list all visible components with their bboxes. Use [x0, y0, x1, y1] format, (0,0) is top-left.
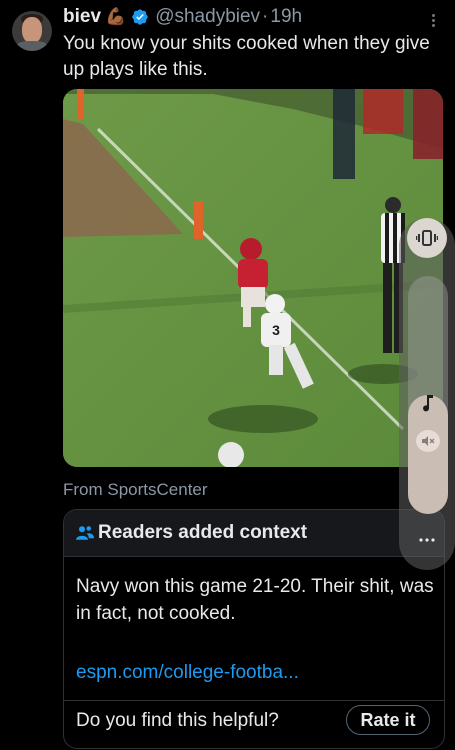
author-emoji: 💪🏾	[105, 7, 127, 26]
community-note-body: Navy won this game 21-20. Their shit, wa…	[76, 576, 434, 624]
verified-badge-icon	[132, 9, 148, 25]
media-source[interactable]: From SportsCenter	[63, 480, 208, 500]
tweet-header: biev 💪🏾 @shadybiev · 19h	[63, 6, 302, 28]
volume-overlay	[399, 218, 455, 570]
vibrate-icon[interactable]	[407, 218, 447, 258]
people-icon	[76, 526, 94, 540]
community-note-title: Readers added context	[98, 522, 308, 543]
tweet-time[interactable]: 19h	[270, 6, 302, 28]
speaker-mute-icon[interactable]	[416, 430, 440, 452]
more-kebab-icon[interactable]	[428, 12, 438, 30]
rate-it-button[interactable]: Rate it	[346, 705, 430, 735]
volume-slider-fill	[408, 395, 448, 514]
tweet-text: You know your shits cooked when they giv…	[63, 33, 430, 80]
volume-slider[interactable]	[408, 276, 448, 514]
avatar-face	[22, 17, 42, 43]
author-name[interactable]: biev	[63, 6, 101, 28]
avatar-shirt	[16, 41, 48, 51]
tweet-video[interactable]: 3	[63, 89, 443, 467]
community-note: Readers added context Navy won this game…	[63, 509, 445, 749]
helpful-question: Do you find this helpful?	[76, 710, 279, 731]
divider	[64, 700, 444, 701]
jersey-number: 3	[272, 322, 280, 338]
community-note-header: Readers added context	[64, 510, 444, 557]
video-frame: 3	[63, 89, 443, 467]
author-avatar[interactable]	[12, 11, 52, 51]
header-separator: ·	[262, 6, 269, 27]
more-dots-icon[interactable]	[419, 537, 435, 543]
community-note-link[interactable]: espn.com/college-footba...	[76, 662, 299, 684]
music-note-icon	[423, 395, 433, 412]
author-handle[interactable]: @shadybiev	[155, 6, 260, 28]
